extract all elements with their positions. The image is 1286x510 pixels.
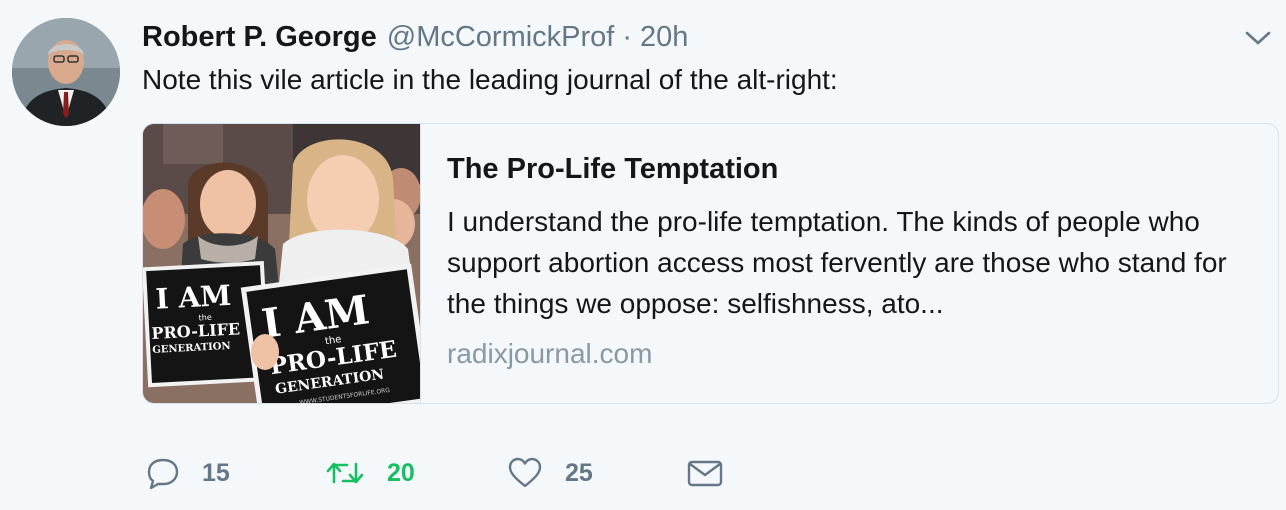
reply-icon — [147, 458, 179, 489]
retweet-icon — [326, 462, 364, 484]
header-separator: · — [622, 21, 633, 53]
reply-button[interactable]: 15 — [146, 450, 230, 496]
like-button[interactable]: 25 — [507, 450, 593, 496]
card-domain: radixjournal.com — [447, 338, 653, 369]
author-name[interactable]: Robert P. George — [142, 18, 377, 56]
card-title: The Pro-Life Temptation — [447, 153, 779, 185]
direct-message-button[interactable] — [686, 450, 724, 496]
tweet-text: Note this vile article in the leading jo… — [142, 64, 838, 95]
author-handle[interactable]: @McCormickProf — [387, 18, 615, 56]
reply-count: 15 — [202, 458, 230, 487]
envelope-icon — [687, 460, 723, 487]
tweet-timestamp[interactable]: 20h — [640, 18, 688, 56]
tweet-header: Robert P. George @McCormickProf · 20h — [142, 18, 688, 56]
retweet-count: 20 — [387, 458, 415, 487]
card-image[interactable]: I AM the PRO-LIFE GENERATION I AM the PR… — [143, 124, 421, 403]
card-description: I understand the pro-life temptation. Th… — [447, 206, 1227, 319]
sign-left-line1: I AM — [155, 279, 232, 316]
retweet-button[interactable]: 20 — [325, 450, 415, 496]
more-options-button[interactable] — [1243, 26, 1273, 50]
chevron-down-icon — [1245, 31, 1271, 45]
like-count: 25 — [565, 458, 593, 487]
link-card[interactable]: I AM the PRO-LIFE GENERATION I AM the PR… — [142, 123, 1279, 404]
author-avatar[interactable] — [12, 18, 120, 126]
card-body[interactable]: The Pro-Life Temptation I understand the… — [447, 150, 1257, 374]
heart-icon — [508, 457, 542, 488]
